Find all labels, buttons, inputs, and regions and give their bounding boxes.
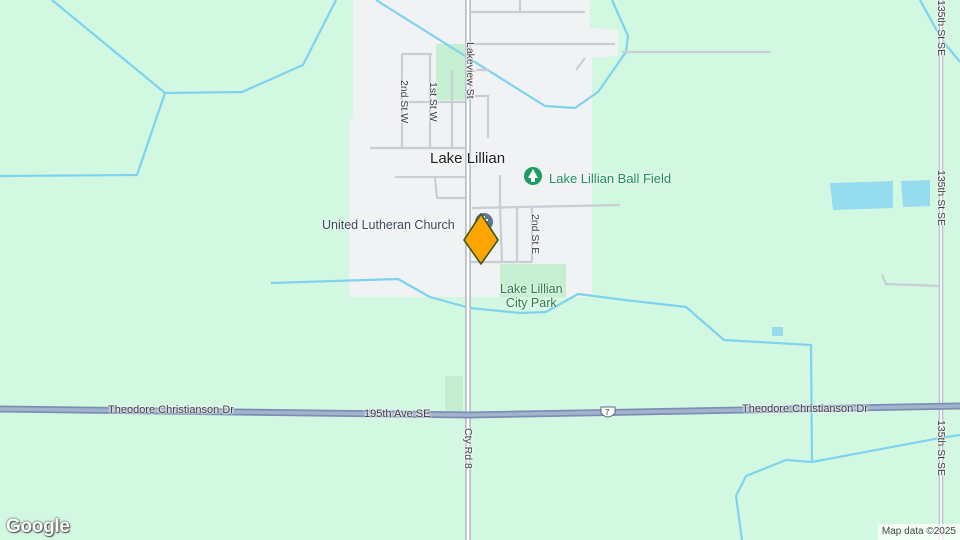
theodore-christianson-dr-label-right: Theodore Christianson Dr — [742, 403, 868, 415]
cty-rd-8-label: Cty Rd 8 — [462, 428, 474, 469]
pond — [830, 181, 893, 210]
city-park-label-line1: Lake Lillian — [500, 282, 563, 296]
green-strip — [445, 376, 463, 412]
ball-field-label[interactable]: Lake Lillian Ball Field — [549, 171, 671, 186]
google-logo[interactable]: Google — [6, 516, 70, 538]
lakeview-st-label: Lakeview St — [464, 42, 476, 99]
135th-st-se-label-top: 135th St SE — [935, 0, 947, 57]
195th-ave-se-label: 195th Ave SE — [364, 408, 431, 420]
map-attribution[interactable]: Map data ©2025 — [877, 524, 960, 540]
map-canvas[interactable] — [0, 0, 960, 540]
2nd-st-e-label: 2nd St E — [529, 214, 541, 255]
city-park-label[interactable]: Lake Lillian City Park — [500, 282, 563, 310]
town-label: Lake Lillian — [430, 150, 506, 167]
2nd-st-w-label: 2nd St W — [398, 80, 410, 124]
tree-icon[interactable] — [524, 167, 542, 185]
pond — [901, 180, 930, 207]
135th-st-se-label-mid: 135th St SE — [935, 170, 947, 227]
pond-small — [772, 327, 783, 336]
135th-st-se-label-bottom: 135th St SE — [935, 420, 947, 477]
city-park-label-line2: City Park — [505, 296, 557, 310]
route-7-label: 7 — [605, 408, 610, 417]
theodore-christianson-dr-label-left: Theodore Christianson Dr — [108, 404, 234, 416]
church-label[interactable]: United Lutheran Church — [322, 218, 455, 232]
1st-st-w-label: 1st St W — [427, 82, 439, 122]
